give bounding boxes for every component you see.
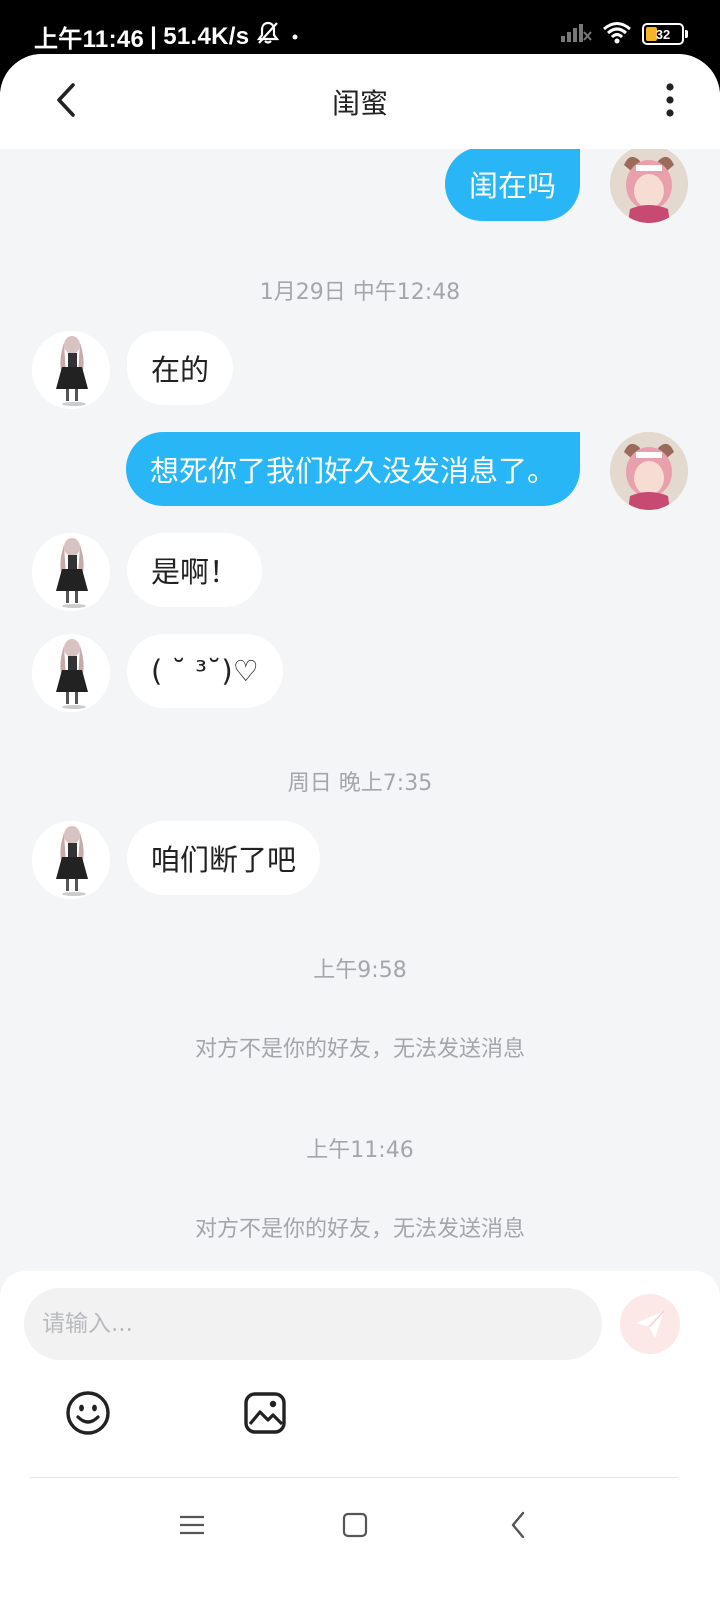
network-speed: 51.4K/s [163, 22, 250, 50]
message-row: 在的 [0, 331, 720, 409]
back-icon [511, 1511, 525, 1539]
friend-avatar[interactable] [32, 331, 110, 409]
status-time: 上午11:46 [34, 26, 145, 53]
message-row: 想死你了我们好久没发消息了。 [0, 432, 720, 510]
wifi-icon [602, 20, 632, 48]
signal-icon [560, 21, 592, 47]
emoji-icon [66, 1391, 110, 1435]
menu-icon [180, 1515, 204, 1535]
message-row: ( ˘ ³˘)♡ [0, 634, 720, 712]
system-note: 对方不是你的好友，无法发送消息 [194, 1217, 525, 1242]
more-vertical-icon [666, 83, 674, 117]
emoji-button[interactable] [64, 1389, 112, 1437]
nav-back-button[interactable] [498, 1505, 538, 1545]
battery-icon: 32 [642, 23, 688, 45]
bell-off-icon [255, 20, 281, 53]
friend-message-bubble[interactable]: ( ˘ ³˘)♡ [127, 634, 283, 708]
friend-avatar[interactable] [32, 821, 110, 899]
send-icon [636, 1310, 665, 1338]
timestamp: 上午9:58 [313, 958, 407, 983]
timestamp: 1月29日 中午12:48 [259, 280, 461, 305]
friend-message-bubble[interactable]: 是啊！ [127, 533, 263, 607]
my-message-bubble[interactable]: 闺在吗 [444, 147, 580, 221]
image-button[interactable] [241, 1389, 289, 1437]
timestamp: 周日 晚上7:35 [287, 771, 433, 796]
friend-message-bubble[interactable]: 咱们断了吧 [127, 821, 321, 895]
friend-avatar[interactable] [32, 533, 110, 611]
message-row: 闺在吗 [0, 145, 720, 223]
timestamp: 上午11:46 [306, 1138, 414, 1163]
friend-message-bubble[interactable]: 在的 [127, 331, 234, 405]
message-input[interactable] [24, 1288, 602, 1360]
divider [30, 1477, 678, 1478]
input-panel [0, 1271, 720, 1600]
status-left: 上午11:46 | 51.4K/s [34, 19, 303, 54]
battery-level: 32 [655, 26, 671, 42]
more-button[interactable] [650, 78, 690, 122]
chat-header: 闺蜜 [0, 54, 720, 149]
chat-title: 闺蜜 [331, 87, 388, 120]
status-separator: | [150, 22, 158, 50]
status-right: 32 [560, 20, 688, 48]
message-row: 咱们断了吧 [0, 821, 720, 899]
my-avatar[interactable] [610, 432, 688, 510]
my-avatar[interactable] [610, 145, 688, 223]
nav-home-button[interactable] [335, 1505, 375, 1545]
system-note: 对方不是你的好友，无法发送消息 [194, 1037, 525, 1062]
my-message-bubble[interactable]: 想死你了我们好久没发消息了。 [125, 432, 580, 506]
home-square-icon [342, 1512, 368, 1538]
dot-icon [287, 23, 303, 51]
message-row: 是啊！ [0, 533, 720, 611]
nav-menu-button[interactable] [172, 1505, 212, 1545]
chat-screen: 闺蜜 闺在吗 1月29日 中午12:48 在的 想死你了我们好久没发消息了。 是… [0, 54, 720, 1600]
image-icon [244, 1392, 286, 1434]
friend-avatar[interactable] [32, 634, 110, 712]
send-button[interactable] [620, 1294, 680, 1354]
